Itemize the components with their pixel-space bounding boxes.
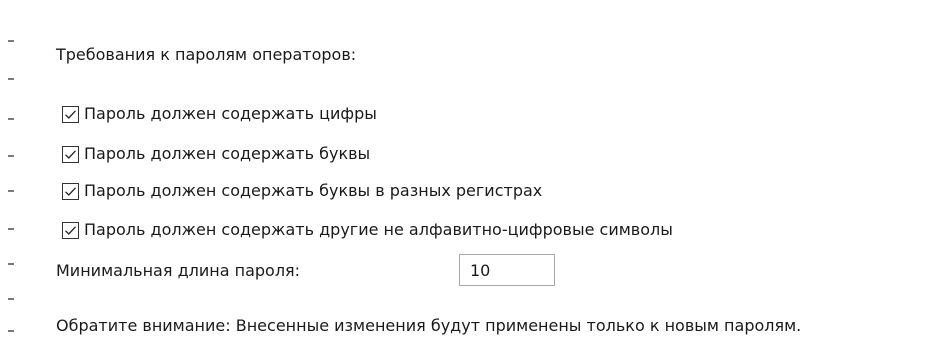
checkbox-box[interactable] xyxy=(62,221,79,239)
checkbox-label: Пароль должен содержать цифры xyxy=(84,104,377,123)
section-heading: Требования к паролям операторов: xyxy=(56,45,357,64)
checkbox-require-digits[interactable]: Пароль должен содержать цифры xyxy=(62,103,377,125)
checkmark-icon xyxy=(65,149,76,159)
checkbox-require-special-chars[interactable]: Пароль должен содержать другие не алфави… xyxy=(62,219,673,241)
checkbox-box[interactable] xyxy=(62,105,79,123)
checkbox-box[interactable] xyxy=(62,145,79,163)
min-length-input[interactable] xyxy=(459,254,555,286)
checkbox-label: Пароль должен содержать буквы xyxy=(84,144,371,163)
checkmark-icon xyxy=(65,225,76,235)
checkmark-icon xyxy=(65,186,76,196)
checkbox-label: Пароль должен содержать буквы в разных р… xyxy=(84,181,543,200)
checkbox-require-letters[interactable]: Пароль должен содержать буквы xyxy=(62,143,370,165)
notice-text: Обратите внимание: Внесенные изменения б… xyxy=(56,316,802,335)
checkbox-box[interactable] xyxy=(62,182,79,200)
password-requirements-panel: Требования к паролям операторов: Пароль … xyxy=(0,0,944,359)
checkmark-icon xyxy=(65,109,76,119)
min-length-label: Минимальная длина пароля: xyxy=(56,261,301,280)
checkbox-label: Пароль должен содержать другие не алфави… xyxy=(84,220,673,239)
checkbox-require-mixed-case[interactable]: Пароль должен содержать буквы в разных р… xyxy=(62,180,542,202)
